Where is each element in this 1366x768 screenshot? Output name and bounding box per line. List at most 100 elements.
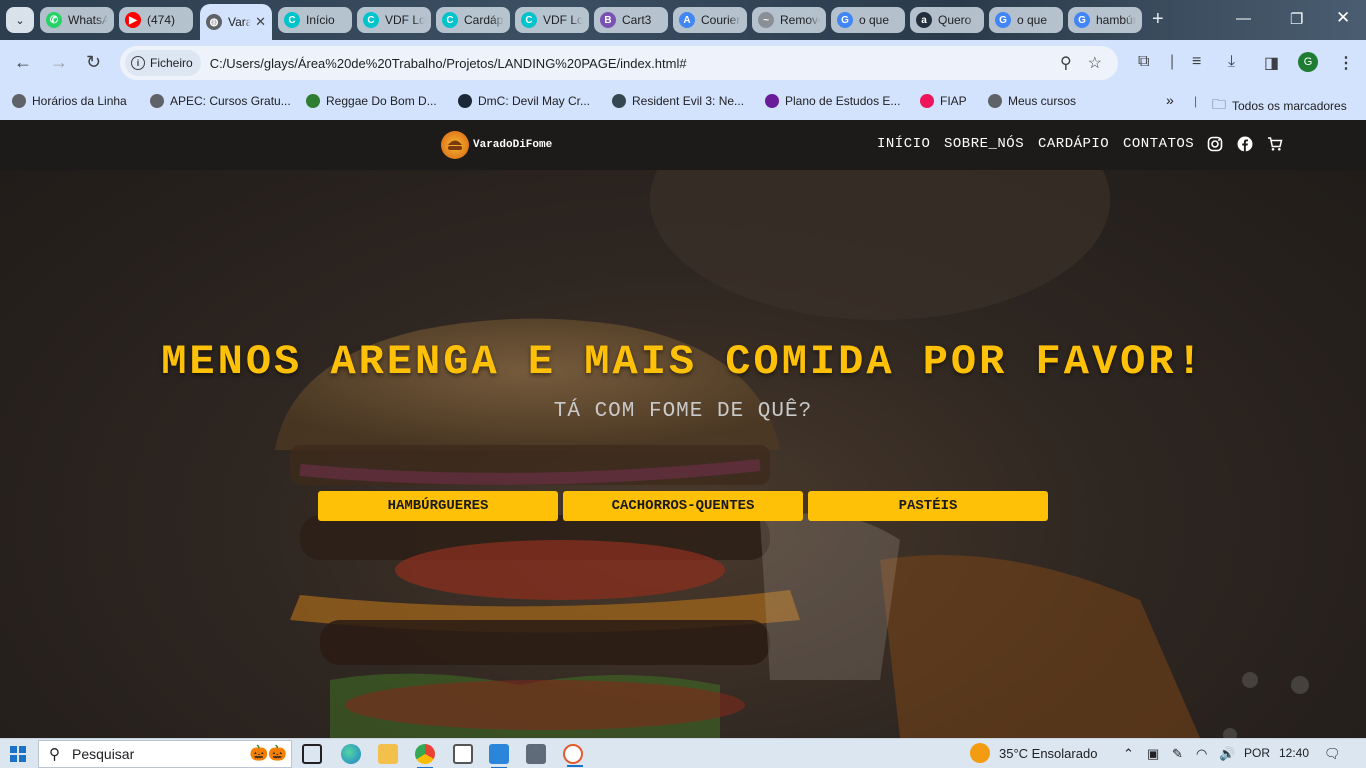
browser-tab[interactable]: Go que (831, 7, 905, 33)
remove-bg-icon: ~ (758, 12, 774, 28)
bookmark-item[interactable]: Plano de Estudos E... (765, 94, 900, 108)
volume-icon[interactable]: 🔊 (1219, 746, 1235, 762)
browser-tab[interactable]: B Cart3 (594, 7, 668, 33)
forward-arrow-icon[interactable]: → (50, 53, 68, 71)
bookmark-item[interactable]: APEC: Cursos Gratu... (150, 94, 291, 108)
reggae-icon (306, 94, 320, 108)
minimize-icon[interactable]: — (1236, 10, 1251, 27)
weather-sun-icon[interactable] (970, 743, 990, 766)
bookmark-label: FIAP (940, 94, 967, 108)
calculator-icon[interactable] (526, 744, 546, 764)
new-tab-button[interactable]: + (1152, 8, 1164, 31)
pen-icon[interactable]: ✎ (1172, 746, 1183, 762)
google-fonts-icon: A (679, 12, 695, 28)
weather-text[interactable]: 35°C Ensolarado (999, 746, 1097, 761)
browser-toolbar: ← → ↻ i Ficheiro C:/Users/glays/Área%20d… (0, 40, 1366, 86)
browser-tab[interactable]: C VDF Logo (515, 7, 589, 33)
chrome-icon[interactable] (415, 744, 435, 768)
tab-title: o que (1017, 13, 1048, 27)
all-bookmarks-button[interactable]: 🗀 Todos os marcadores (1212, 94, 1347, 118)
browser-tab[interactable]: ◍ VaradoDiFome✕ (200, 4, 272, 40)
instagram-icon[interactable] (1207, 136, 1223, 152)
tab-title: (474) (147, 13, 176, 27)
extensions-icon[interactable]: ⧉ (1138, 53, 1149, 71)
toolbar-divider: | (1170, 53, 1175, 70)
wifi-icon[interactable]: ◠ (1196, 746, 1207, 762)
bookmark-item[interactable]: Horários da Linha (12, 94, 127, 108)
youtube-icon: ▶ (125, 12, 141, 28)
nav-link-inicio[interactable]: INÍCIO (877, 136, 930, 152)
more-menu-icon[interactable]: ⋮ (1338, 53, 1354, 73)
bookmark-item[interactable]: Reggae Do Bom D... (306, 94, 437, 108)
zoom-icon[interactable]: ⚲ (1060, 53, 1072, 73)
language-indicator[interactable]: POR (1244, 746, 1270, 760)
browser-tab[interactable]: A Courier (673, 7, 747, 33)
task-view-icon[interactable] (302, 744, 322, 764)
bookmark-item[interactable]: Resident Evil 3: Ne... (612, 94, 744, 108)
tab-title: o que (859, 13, 890, 27)
amazon-icon: a (916, 12, 932, 28)
bookmarks-bar: Horários da Linha APEC: Cursos Gratu... Re… (0, 86, 1366, 120)
browser-tab[interactable]: Ghambúrguer (1068, 7, 1142, 33)
browser-tab[interactable]: a Quero (910, 7, 984, 33)
cart-icon[interactable] (1267, 136, 1283, 152)
browser-tab[interactable]: C Início (278, 7, 352, 33)
tray-expand-icon[interactable]: ⌃ (1123, 746, 1134, 762)
bookmark-item[interactable]: DmC: Devil May Cr... (458, 94, 590, 108)
bookmark-item[interactable]: Meus cursos (988, 94, 1076, 108)
study-icon (765, 94, 779, 108)
facebook-icon[interactable] (1237, 136, 1253, 152)
site-info-chip[interactable]: i Ficheiro (125, 50, 201, 76)
bookmark-label: Meus cursos (1008, 94, 1077, 108)
browser-tab[interactable]: Go que (989, 7, 1063, 33)
side-panel-icon[interactable]: ◨ (1264, 53, 1279, 73)
paint-icon[interactable] (563, 744, 583, 767)
restore-icon[interactable]: ❐ (1290, 10, 1303, 28)
browser-tab[interactable]: ~ Remove (752, 7, 826, 33)
hamburgueres-button[interactable]: HAMBÚRGUERES (318, 491, 558, 521)
browser-tab[interactable]: C VDF Logo (357, 7, 431, 33)
taskbar-search[interactable]: ⚲ Pesquisar 🎃🎃 (38, 740, 292, 768)
meet-now-icon[interactable]: ▣ (1147, 746, 1159, 762)
bookmark-label: Plano de Estudos E... (785, 94, 901, 108)
edge-icon[interactable] (341, 744, 361, 764)
bookmark-item[interactable]: FIAP (920, 94, 967, 108)
clock[interactable]: 12:40 (1279, 746, 1309, 760)
download-icon[interactable]: ⤓ (1228, 53, 1235, 71)
close-tab-icon[interactable]: ✕ (255, 14, 266, 30)
pasteis-button[interactable]: PASTÉIS (808, 491, 1048, 521)
bookmark-label: APEC: Cursos Gratu... (170, 94, 291, 108)
windows-start-icon[interactable] (10, 746, 26, 762)
notifications-icon[interactable]: 🗨 (1324, 746, 1341, 762)
google-icon: G (995, 12, 1011, 28)
url-text[interactable]: C:/Users/glays/Área%20de%20Trabalho/Proj… (210, 56, 1060, 71)
vscode-icon[interactable] (489, 744, 509, 768)
reload-icon[interactable]: ↻ (86, 53, 101, 71)
bookmark-star-icon[interactable]: ☆ (1088, 53, 1102, 73)
burger-hero-background (275, 120, 1309, 738)
site-navbar: VaradoDiFome INÍCIO SOBRE_NÓS CARDÁPIO C… (0, 120, 1366, 170)
all-bookmarks-label: Todos os marcadores (1232, 99, 1347, 113)
close-window-icon[interactable]: ✕ (1336, 8, 1350, 28)
site-logo[interactable]: VaradoDiFome (441, 131, 552, 159)
cachorros-quentes-button[interactable]: CACHORROS-QUENTES (563, 491, 803, 521)
reading-list-icon[interactable]: ≡ (1192, 53, 1201, 71)
browser-tab[interactable]: ✆ WhatsApp (40, 7, 114, 33)
nav-link-sobre-nos[interactable]: SOBRE_NÓS (944, 136, 1024, 152)
nav-link-cardapio[interactable]: CARDÁPIO (1038, 136, 1109, 152)
canva-icon: C (284, 12, 300, 28)
bookmark-label: Reggae Do Bom D... (326, 94, 437, 108)
more-bookmarks-button[interactable]: » (1166, 92, 1174, 108)
nav-link-contatos[interactable]: CONTATOS (1123, 136, 1194, 152)
browser-tab[interactable]: C Cardápio (436, 7, 510, 33)
profile-avatar[interactable]: G (1298, 52, 1318, 72)
back-arrow-icon[interactable]: ← (14, 53, 32, 71)
tab-title: hambúrguer (1096, 13, 1136, 27)
logo-burger-icon (441, 131, 469, 159)
hero-subheadline: TÁ COM FOME DE QUÊ? (553, 400, 813, 423)
notepad-icon[interactable] (453, 744, 473, 764)
tab-search-button[interactable]: ⌄ (6, 7, 34, 33)
file-explorer-icon[interactable] (378, 744, 398, 764)
address-bar[interactable]: i Ficheiro C:/Users/glays/Área%20de%20Tr… (120, 46, 1118, 80)
browser-tab[interactable]: ▶ (474) (119, 7, 193, 33)
